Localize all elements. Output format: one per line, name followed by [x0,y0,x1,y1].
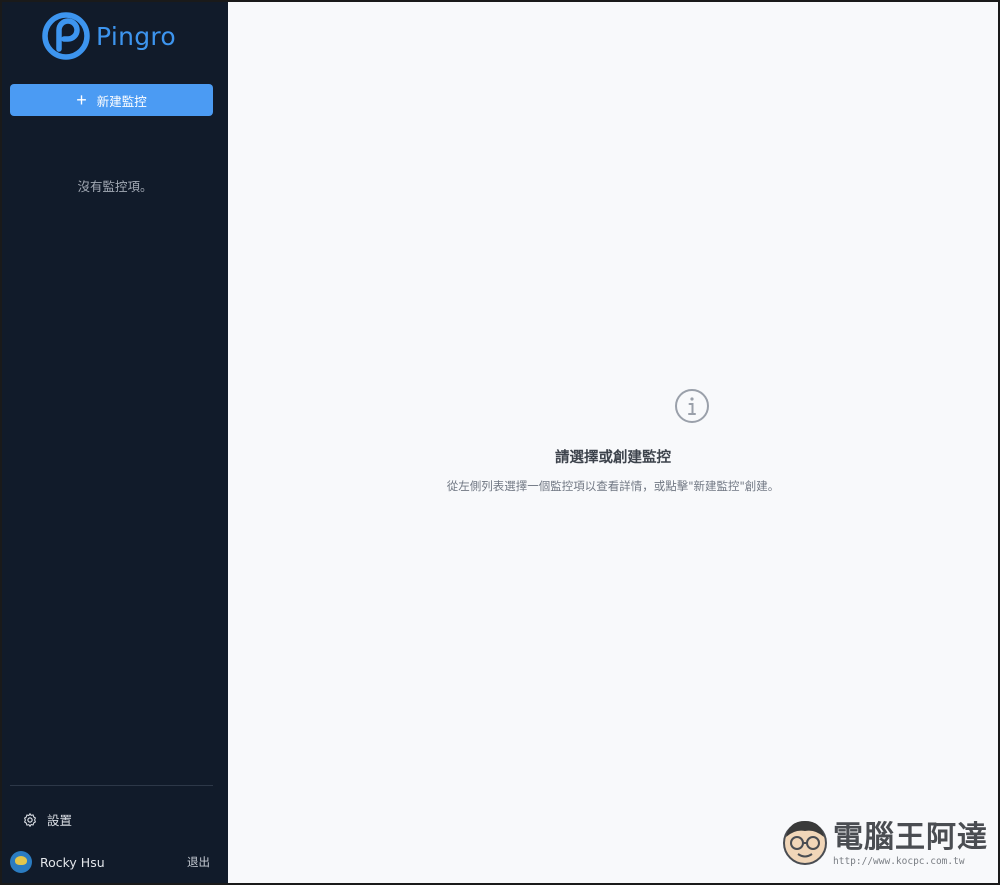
sidebar: Pingro + 新建監控 沒有監控項。 設置 Rocky Hsu 退出 [2,2,228,883]
empty-state-title-text: 請選擇或創建監控 [555,450,671,466]
sidebar-divider [10,785,213,786]
settings-link[interactable]: 設置 [22,810,72,829]
app-window: Pingro + 新建監控 沒有監控項。 設置 Rocky Hsu 退出 請選擇 [0,0,1000,885]
app-logo[interactable]: Pingro [42,12,176,60]
plus-icon: + [76,90,87,110]
avatar[interactable] [10,851,32,873]
settings-label: 設置 [47,813,73,828]
new-monitor-button[interactable]: + 新建監控 [10,84,213,116]
empty-monitor-list-message: 沒有監控項。 [77,179,153,194]
mascot-icon [783,821,827,865]
main-content: 請選擇或創建監控 從左側列表選擇一個監控項以查看詳情，或點擊"新建監控"創建。 … [228,2,998,883]
new-monitor-label: 新建監控 [96,94,147,109]
user-name: Rocky Hsu [40,854,105,870]
logo-text: Pingro [96,21,177,51]
user-profile: Rocky Hsu 退出 [10,851,210,873]
logout-button[interactable]: 退出 [187,854,210,870]
watermark-url: http://www.kocpc.com.tw [833,856,965,867]
empty-state-subtitle: 從左側列表選擇一個監控項以查看詳情，或點擊"新建監控"創建。 [228,478,998,494]
empty-state-title: 請選擇或創建監控 [228,446,998,467]
pingro-logo-icon [42,12,90,60]
watermark-title: 電腦王阿達 [833,820,988,855]
gear-icon [24,812,36,827]
watermark: 電腦王阿達 http://www.kocpc.com.tw [779,815,988,867]
empty-state-subtitle-text: 從左側列表選擇一個監控項以查看詳情，或點擊"新建監控"創建。 [446,479,780,493]
info-circle-icon [675,389,709,423]
